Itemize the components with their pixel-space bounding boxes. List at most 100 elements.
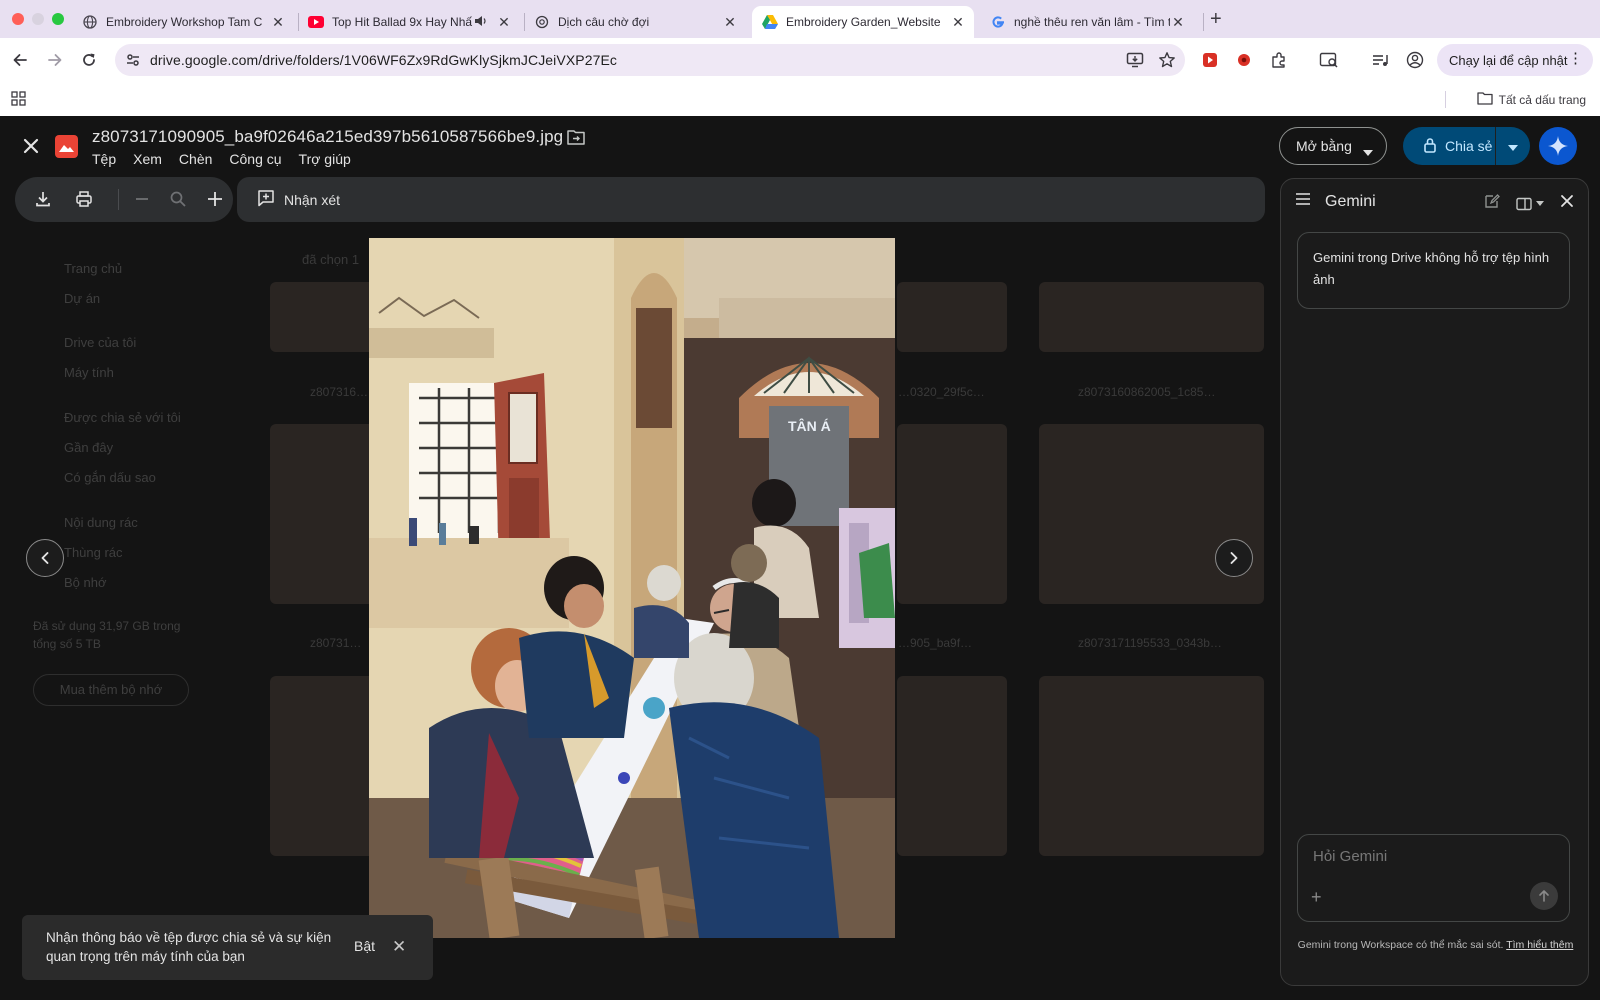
back-button[interactable] [8, 48, 32, 72]
relaunch-label: Chạy lại để cập nhật [1449, 52, 1568, 68]
download-icon[interactable] [32, 188, 54, 210]
bookmark-star-icon[interactable] [1158, 51, 1176, 74]
forward-button[interactable] [43, 48, 67, 72]
dismiss-notification-icon[interactable]: ✕ [392, 937, 406, 957]
menu-insert[interactable]: Chèn [179, 151, 212, 167]
close-panel-icon[interactable] [1560, 194, 1574, 213]
share-options-dropdown[interactable] [1496, 138, 1530, 154]
sidebar-item-home: Trang chủ [64, 261, 123, 276]
new-chat-icon[interactable] [1484, 193, 1500, 214]
share-label: Chia sẻ [1445, 138, 1493, 154]
tab-top-hit-ballad[interactable]: Top Hit Ballad 9x Hay Nhấ ✕ [298, 6, 520, 38]
site-info-icon[interactable] [125, 52, 141, 73]
zoom-search-icon[interactable] [167, 188, 189, 210]
close-tab-icon[interactable]: ✕ [950, 14, 966, 31]
file-name: z80731… [310, 636, 362, 650]
tab-nghe-theu[interactable]: nghề thêu ren văn lâm - Tìm t ✕ [980, 6, 1194, 38]
share-button[interactable]: Chia sẻ [1403, 127, 1496, 165]
file-name: z8073171195533_0343b… [1078, 636, 1222, 650]
panel-layout-icon[interactable] [1516, 197, 1544, 211]
sidebar-item-trash: Thùng rác [64, 545, 123, 560]
profile-avatar-icon[interactable] [1403, 48, 1427, 72]
install-app-icon[interactable] [1126, 51, 1144, 74]
menu-help[interactable]: Trợ giúp [299, 151, 351, 167]
apps-grid-icon[interactable] [11, 91, 26, 111]
sidebar-item-storage: Bộ nhớ [64, 575, 107, 590]
add-comment-button[interactable]: Nhận xét [257, 189, 340, 210]
learn-more-link[interactable]: Tìm hiểu thêm [1506, 939, 1573, 951]
file-thumbnail [897, 282, 1007, 352]
close-tab-icon[interactable]: ✕ [1170, 14, 1186, 31]
next-file-button[interactable] [1215, 539, 1253, 577]
record-extension-icon[interactable] [1232, 48, 1256, 72]
new-tab-button[interactable]: + [1210, 8, 1222, 31]
notification-text: Nhận thông báo về tệp được chia sẻ và sự… [46, 930, 332, 964]
tab-embroidery-workshop[interactable]: Embroidery Workshop Tam C ✕ [72, 6, 294, 38]
previous-file-button[interactable] [26, 539, 64, 577]
sidebar-item-my-drive: Drive của tôi [64, 335, 137, 350]
buy-storage-button: Mua thêm bộ nhớ [33, 674, 189, 706]
speaker-icon[interactable] [474, 15, 488, 30]
relaunch-update-button[interactable]: Chạy lại để cập nhật ⋮ [1437, 44, 1593, 76]
sidebar-item-computers: Máy tính [64, 365, 114, 380]
window-minimize-button[interactable] [32, 13, 44, 25]
share-button-group: Chia sẻ [1403, 127, 1530, 165]
sidebar-item-spam: Nội dung rác [64, 515, 138, 530]
address-bar[interactable]: drive.google.com/drive/folders/1V06WF6Zx… [115, 44, 1185, 76]
navigation-bar: drive.google.com/drive/folders/1V06WF6Zx… [0, 38, 1600, 82]
tab-search-icon[interactable] [1317, 48, 1341, 72]
tab-dich-cau[interactable]: Dịch câu chờ đợi ✕ [524, 6, 746, 38]
gemini-prompt-box: + [1297, 834, 1570, 922]
move-to-folder-icon[interactable] [567, 129, 585, 145]
zoom-in-icon[interactable] [204, 188, 226, 210]
file-thumbnail [1039, 424, 1264, 604]
tab-title: Top Hit Ballad 9x Hay Nhấ [332, 15, 473, 29]
storage-usage-text: Đã sử dụng 31,97 GB trong tổng số 5 TB [33, 619, 181, 651]
sidebar-item-projects: Dự án [64, 291, 101, 306]
close-tab-icon[interactable]: ✕ [270, 14, 286, 31]
window-close-button[interactable] [12, 13, 24, 25]
close-tab-icon[interactable]: ✕ [496, 14, 512, 31]
menu-file[interactable]: Tệp [92, 151, 116, 167]
lock-icon [1423, 137, 1437, 156]
google-icon [990, 14, 1006, 30]
file-name: …905_ba9f… [898, 636, 973, 650]
viewer-toolbar [15, 177, 233, 222]
extension-red-icon[interactable] [1198, 48, 1222, 72]
close-viewer-button[interactable] [18, 133, 44, 159]
enable-notifications-button[interactable]: Bật [354, 938, 375, 954]
tab-title: Embroidery Garden_Website [786, 15, 941, 29]
media-control-icon[interactable] [1368, 48, 1392, 72]
tab-strip: Embroidery Workshop Tam C ✕ Top Hit Ball… [0, 0, 1600, 38]
menu-bar: Tệp Xem Chèn Công cụ Trợ giúp [92, 151, 351, 167]
gemini-header: Gemini [1295, 192, 1376, 211]
all-bookmarks-button[interactable]: Tất cả dấu trang [1476, 91, 1586, 108]
gemini-header-actions [1484, 193, 1574, 214]
add-attachment-icon[interactable]: + [1311, 887, 1322, 908]
print-icon[interactable] [73, 188, 95, 210]
file-thumbnail [1039, 282, 1264, 352]
google-drive-icon [762, 14, 778, 30]
close-tab-icon[interactable]: ✕ [722, 14, 738, 31]
menu-tools[interactable]: Công cụ [229, 151, 281, 167]
send-button[interactable] [1530, 882, 1558, 910]
youtube-icon [308, 14, 324, 30]
tab-embroidery-garden[interactable]: Embroidery Garden_Website ✕ [752, 6, 974, 38]
file-name: z8073160862005_1c85… [1078, 385, 1216, 399]
url-text: drive.google.com/drive/folders/1V06WF6Zx… [150, 52, 618, 68]
openai-icon [534, 14, 550, 30]
file-thumbnail [1039, 676, 1264, 856]
file-name: z807316… [310, 385, 369, 399]
reload-button[interactable] [77, 48, 101, 72]
zoom-out-icon[interactable] [131, 188, 153, 210]
more-vertical-icon: ⋮ [1568, 50, 1583, 67]
open-with-button[interactable]: Mở bằng [1279, 127, 1387, 165]
window-zoom-button[interactable] [52, 13, 64, 25]
hamburger-menu-icon[interactable] [1295, 192, 1311, 211]
menu-view[interactable]: Xem [133, 151, 162, 167]
ask-gemini-input[interactable] [1313, 848, 1543, 865]
sidebar-item-starred: Có gắn dấu sao [64, 470, 156, 485]
gemini-sparkle-button[interactable] [1539, 127, 1577, 165]
dropdown-caret-icon [1363, 143, 1373, 159]
extensions-puzzle-icon[interactable] [1267, 48, 1291, 72]
